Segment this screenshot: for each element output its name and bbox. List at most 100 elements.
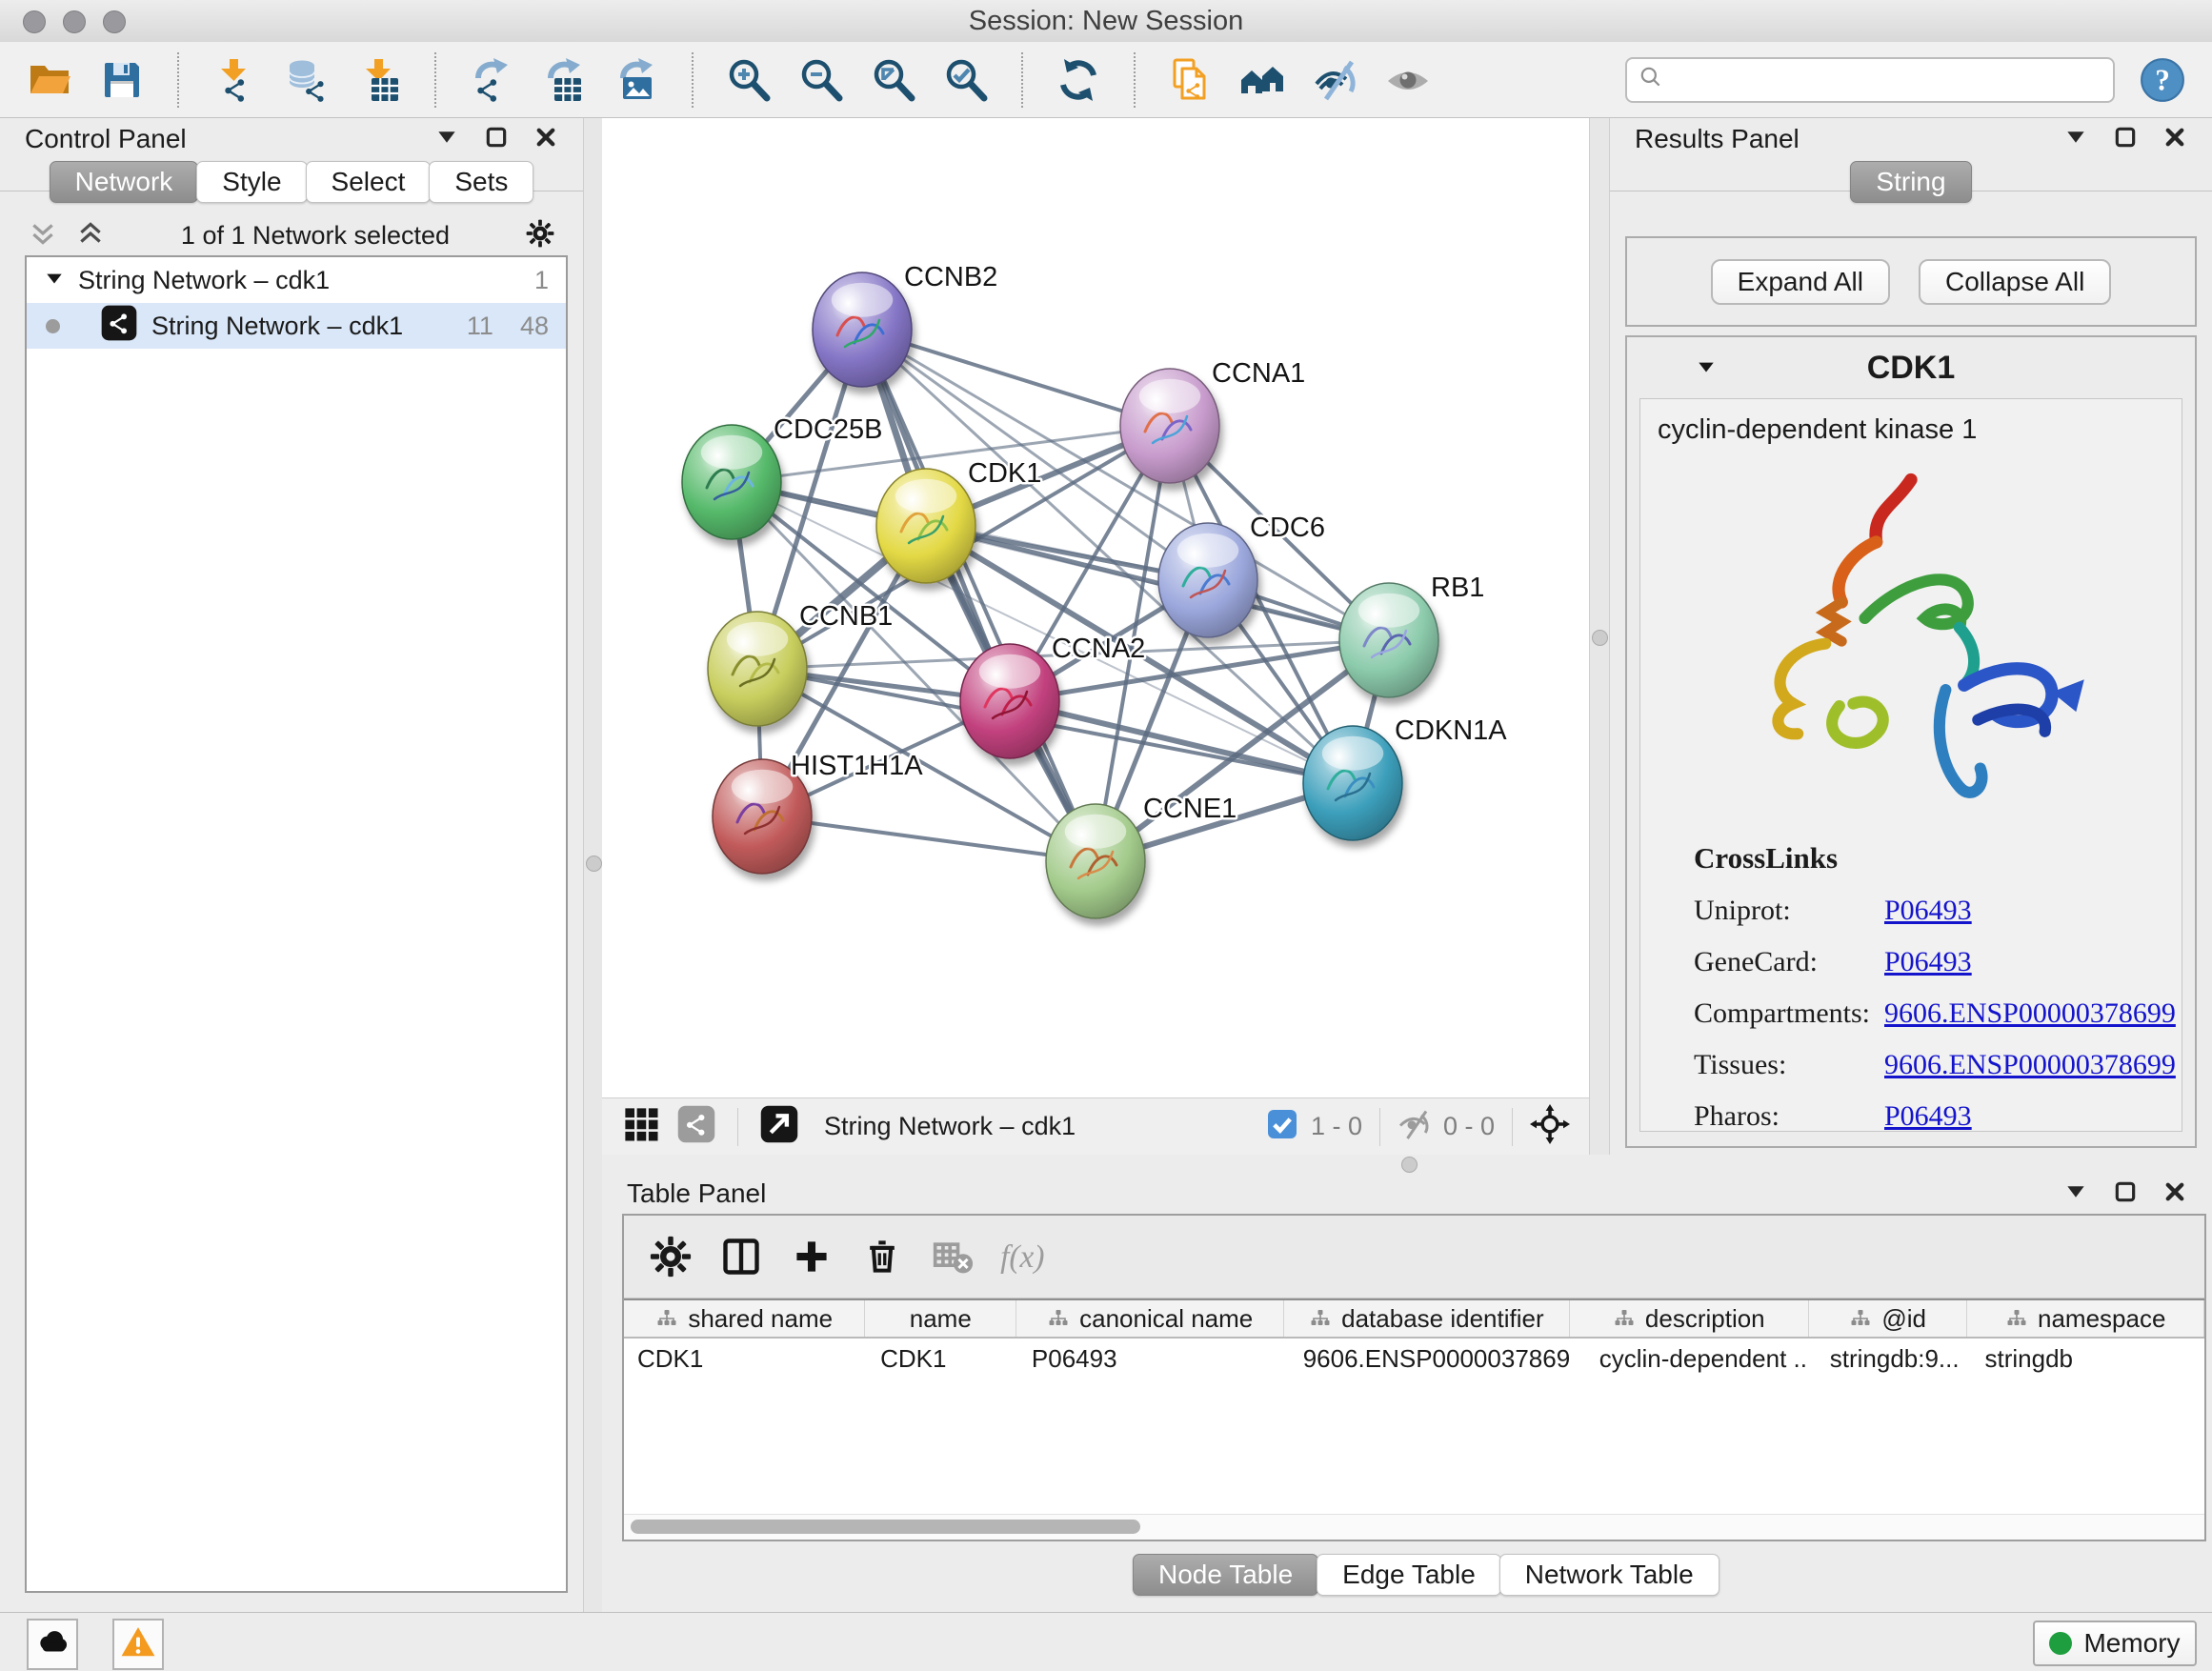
tab-select[interactable]: Select [306,161,432,203]
cell-database-identifier[interactable]: 9606.ENSP00000378699 [1284,1344,1569,1374]
network-graph[interactable]: CCNB2CCNA1CDC25BCDK1CDC6RB1CCNB1CCNA2HIS… [602,118,1589,1097]
column-header-@id[interactable]: @id [1809,1300,1967,1337]
left-splitter-handle[interactable] [586,856,602,872]
crosslink-link[interactable]: 9606.ENSP00000378699 [1884,1049,2176,1081]
search-box[interactable] [1625,57,2115,103]
collapse-all-networks-icon[interactable] [29,219,57,252]
cell-description[interactable]: cyclin-dependent ... [1569,1344,1809,1374]
add-column-icon[interactable] [786,1231,837,1282]
network-node-CDKN1A[interactable] [1303,726,1402,840]
zoom-fit-button[interactable] [869,55,918,105]
collection-expander-icon[interactable] [44,266,65,295]
zoom-out-button[interactable] [796,55,846,105]
network-node-CCNA2[interactable] [960,644,1059,758]
cell-namespace[interactable]: stringdb [1968,1344,2204,1374]
crosshair-icon[interactable] [1530,1104,1570,1149]
panel-float-icon[interactable] [2113,1179,2138,1209]
cell-@id[interactable]: stringdb:9... [1809,1344,1968,1374]
panel-close-icon[interactable] [2162,1179,2187,1209]
panel-menu-icon[interactable] [434,125,459,154]
table-row[interactable]: CDK1CDK1P064939606.ENSP00000378699cyclin… [624,1339,2204,1379]
collapse-all-button[interactable]: Collapse All [1919,259,2111,305]
export-image-button[interactable] [612,55,661,105]
show-columns-icon[interactable] [715,1231,767,1282]
import-network-database-button[interactable] [282,55,332,105]
crosslink-link[interactable]: 9606.ENSP00000378699 [1884,997,2176,1030]
panel-close-icon[interactable] [2162,125,2187,154]
hide-selected-button[interactable] [1311,55,1360,105]
zoom-selected-button[interactable] [941,55,991,105]
export-table-file-button[interactable] [539,55,589,105]
panel-menu-icon[interactable] [2063,1179,2088,1209]
tab-string[interactable]: String [1850,161,1971,203]
warnings-button[interactable] [112,1619,164,1670]
network-row-selected[interactable]: String Network – cdk1 11 48 [27,303,566,349]
network-node-CDC6[interactable] [1158,523,1257,637]
panel-menu-icon[interactable] [2063,125,2088,154]
tab-edge-table[interactable]: Edge Table [1317,1554,1501,1596]
table-options-gear-icon[interactable] [645,1231,696,1282]
panel-float-icon[interactable] [2113,125,2138,154]
network-type-icon[interactable] [676,1104,716,1149]
network-canvas[interactable]: CCNB2CCNA1CDC25BCDK1CDC6RB1CCNB1CCNA2HIS… [602,118,1589,1097]
network-node-CDK1[interactable] [876,469,975,583]
import-network-file-button[interactable] [210,55,259,105]
cell-shared-name[interactable]: CDK1 [624,1344,865,1374]
selected-count-checkbox[interactable] [1265,1107,1299,1146]
expand-all-button[interactable]: Expand All [1711,259,1890,305]
panel-float-icon[interactable] [484,125,509,154]
tab-sets[interactable]: Sets [429,161,533,203]
open-session-button[interactable] [25,55,74,105]
import-table-file-button[interactable] [354,55,404,105]
refresh-button[interactable] [1054,55,1103,105]
table-hscrollbar-thumb[interactable] [631,1520,1140,1534]
network-node-CCNB1[interactable] [708,612,807,726]
help-button[interactable]: ? [2138,55,2187,105]
crosslink-link[interactable]: P06493 [1884,1100,1972,1132]
search-input[interactable] [1671,64,2101,95]
detach-view-icon[interactable] [759,1104,799,1149]
network-node-RB1[interactable] [1339,583,1438,697]
network-edge[interactable] [862,330,1096,861]
cloud-status-button[interactable] [27,1619,78,1670]
save-session-button[interactable] [97,55,147,105]
column-header-namespace[interactable]: namespace [1967,1300,2204,1337]
duplicate-network-button[interactable] [1166,55,1216,105]
hidden-eye-icon[interactable] [1398,1107,1432,1146]
cell-name[interactable]: CDK1 [865,1344,1016,1374]
tab-network-table[interactable]: Network Table [1499,1554,1719,1596]
column-header-database-identifier[interactable]: database identifier [1284,1300,1569,1337]
network-node-CCNE1[interactable] [1046,804,1145,918]
column-header-canonical-name[interactable]: canonical name [1016,1300,1284,1337]
column-header-description[interactable]: description [1570,1300,1809,1337]
crosslink-link[interactable]: P06493 [1884,946,1972,978]
column-header-shared-name[interactable]: shared name [624,1300,865,1337]
zoom-in-button[interactable] [724,55,774,105]
panel-close-icon[interactable] [533,125,558,154]
crosslink-link[interactable]: P06493 [1884,895,1972,927]
cell-canonical-name[interactable]: P06493 [1016,1344,1284,1374]
grid-view-icon[interactable] [621,1104,661,1149]
network-node-CDC25B[interactable] [682,425,781,539]
column-header-name[interactable]: name [865,1300,1016,1337]
left-splitter[interactable] [583,118,604,1612]
expand-all-networks-icon[interactable] [76,219,105,252]
memory-button[interactable]: Memory [2033,1621,2197,1666]
network-node-CCNB2[interactable] [813,272,912,387]
tab-node-table[interactable]: Node Table [1133,1554,1318,1596]
right-splitter-handle[interactable] [1592,630,1608,646]
export-network-file-button[interactable] [467,55,516,105]
network-overview-button[interactable] [1238,55,1288,105]
network-options-gear-icon[interactable] [526,219,554,252]
delete-column-icon[interactable] [856,1231,908,1282]
bottom-splitter-handle[interactable] [1401,1157,1418,1173]
gene-expander-icon[interactable] [1696,356,1717,382]
network-edge[interactable] [762,816,1096,861]
network-node-CCNA1[interactable] [1120,369,1219,483]
show-hidden-button[interactable] [1383,55,1433,105]
network-collection-row[interactable]: String Network – cdk1 1 [27,257,566,303]
right-splitter[interactable] [1589,118,1610,1155]
tab-style[interactable]: Style [196,161,307,203]
tab-network[interactable]: Network [50,161,199,203]
table-hscrollbar[interactable] [624,1514,2204,1540]
